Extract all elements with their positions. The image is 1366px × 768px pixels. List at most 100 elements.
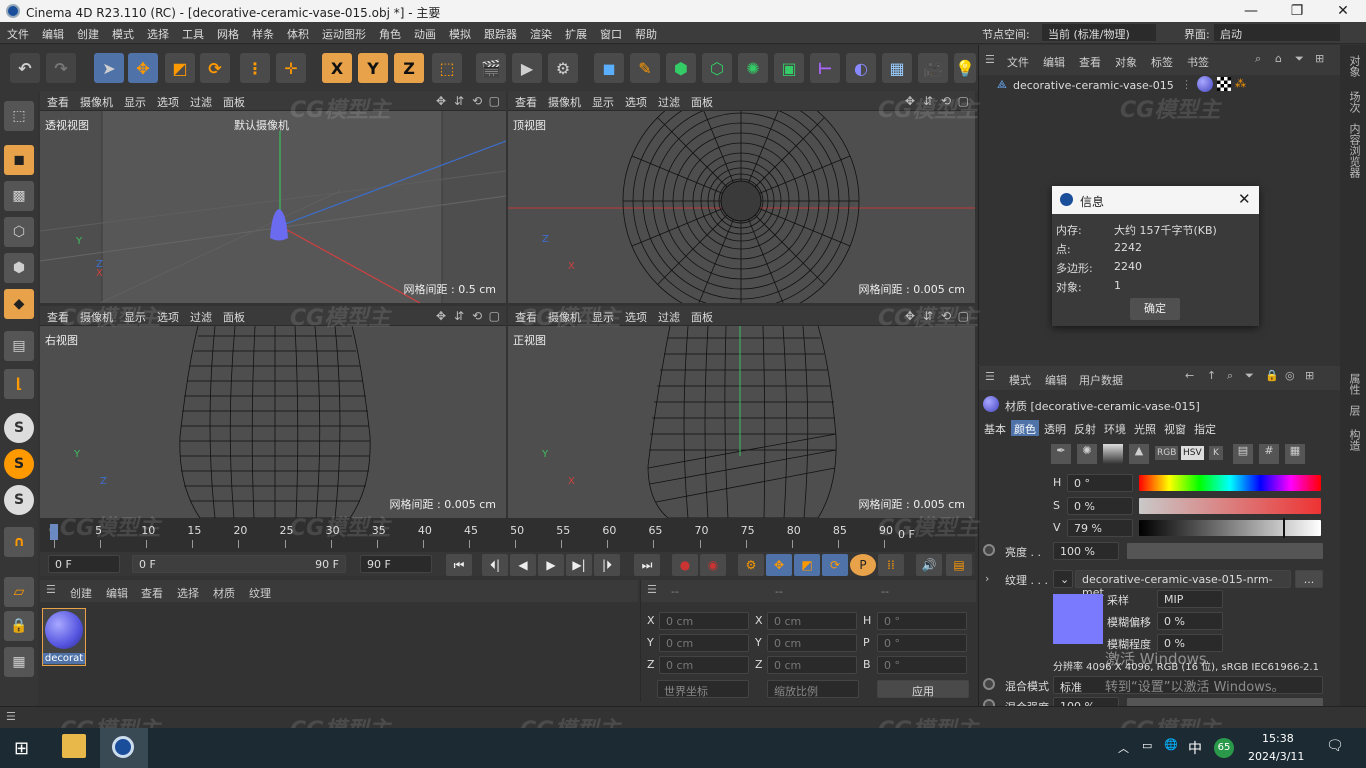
frame-range-slider[interactable]: 0 F 90 F	[132, 555, 346, 573]
s-input[interactable]: 0 %	[1067, 497, 1133, 515]
film-icon[interactable]: ▤	[946, 554, 972, 576]
menu-tracker[interactable]: 跟踪器	[477, 22, 523, 42]
vp-menu-camera[interactable]: 摄像机	[541, 91, 585, 110]
render-settings-icon[interactable]: ⚙	[548, 53, 578, 83]
rotate-icon[interactable]: ⟳	[200, 53, 230, 83]
cube-icon[interactable]: ◼	[594, 53, 624, 83]
rgb-mode-button[interactable]: RGB	[1155, 446, 1179, 460]
phong-tag-icon[interactable]: ⁂	[1235, 77, 1246, 90]
vp-menu-options[interactable]: 选项	[150, 91, 183, 110]
action-center-icon[interactable]: 🗨	[1326, 738, 1344, 754]
key-pla-icon[interactable]: ⁞⁞	[878, 554, 904, 576]
pan-icon[interactable]: ✥	[905, 94, 915, 108]
axis-mode-icon[interactable]: ⌊	[4, 369, 34, 399]
x-axis-lock-button[interactable]: X	[322, 53, 352, 83]
key-rotation-icon[interactable]: ⟳	[822, 554, 848, 576]
dialog-close-icon[interactable]: ✕	[1238, 190, 1251, 208]
dolly-icon[interactable]: ⇵	[923, 309, 933, 323]
menu-mode[interactable]: 模式	[105, 22, 140, 42]
hamburger-icon[interactable]: ☰	[46, 583, 56, 596]
attr-menu-edit[interactable]: 编辑	[1045, 372, 1067, 388]
cloner-icon[interactable]: ✺	[738, 53, 768, 83]
coord-value-field[interactable]: 0 cm	[659, 656, 749, 674]
rotate-view-icon[interactable]: ⟲	[472, 309, 482, 323]
top-viewport[interactable]: 查看 摄像机 显示 选项 过滤 面板 ✥ ⇵ ⟲ ▢ 顶视图 网格间距 : 0.005 c…	[508, 91, 975, 303]
clock-date[interactable]: 2024/3/11	[1248, 750, 1304, 763]
next-key-icon[interactable]: |⏵	[594, 554, 620, 576]
lock-icon[interactable]: 🔒	[1265, 369, 1279, 382]
texture-mode-icon[interactable]: ▩	[4, 181, 34, 211]
vp-menu-camera[interactable]: 摄像机	[73, 306, 117, 325]
mm-menu-select[interactable]: 选择	[177, 585, 199, 601]
maximize-view-icon[interactable]: ▢	[489, 309, 500, 323]
next-frame-icon[interactable]: ▶|	[566, 554, 592, 576]
eyedropper-icon[interactable]: ✒	[1051, 444, 1071, 464]
coord-value-field[interactable]: 0 °	[877, 656, 967, 674]
back-arrow-icon[interactable]: ←	[1185, 369, 1194, 382]
brightness-input[interactable]: 100 %	[1053, 542, 1119, 560]
tab-transparency[interactable]: 透明	[1041, 420, 1069, 436]
vp-menu-options[interactable]: 选项	[150, 306, 183, 325]
camera-icon[interactable]: 🎥	[918, 53, 948, 83]
vp-menu-filter[interactable]: 过滤	[651, 91, 684, 110]
vp-menu-options[interactable]: 选项	[618, 91, 651, 110]
close-button[interactable]: ✕	[1320, 0, 1366, 22]
hsv-mode-button[interactable]: HSV	[1181, 446, 1204, 460]
tab-illumination[interactable]: 光照	[1131, 420, 1159, 436]
texture-preview[interactable]	[1053, 594, 1103, 644]
side-tab-objects[interactable]: 对象	[1346, 55, 1362, 77]
point-mode-icon[interactable]: ⬡	[4, 217, 34, 247]
tray-chevron-icon[interactable]: ︿	[1118, 740, 1129, 756]
perspective-viewport[interactable]: 查看 摄像机 显示 选项 过滤 面板 ✥ ⇵ ⟲ ▢ 透视视图 默认摄像机 网格间距 : …	[40, 91, 506, 303]
pan-icon[interactable]: ✥	[905, 309, 915, 323]
dolly-icon[interactable]: ⇵	[454, 94, 464, 108]
cinema4d-task-button[interactable]	[100, 728, 148, 768]
coord-value-field[interactable]: 0 °	[877, 634, 967, 652]
attr-menu-mode[interactable]: 模式	[1009, 372, 1031, 388]
maximize-view-icon[interactable]: ▢	[489, 94, 500, 108]
menu-extensions[interactable]: 扩展	[558, 22, 593, 42]
mix-enable-toggle[interactable]	[983, 678, 995, 690]
vp-menu-display[interactable]: 显示	[117, 306, 150, 325]
pen-icon[interactable]: ✎	[630, 53, 660, 83]
mm-menu-create[interactable]: 创建	[70, 585, 92, 601]
menu-select[interactable]: 选择	[140, 22, 175, 42]
windows-start-icon[interactable]: ⊞	[14, 738, 29, 759]
rotate-view-icon[interactable]: ⟲	[941, 309, 951, 323]
om-menu-object[interactable]: 对象	[1115, 54, 1137, 70]
vp-menu-options[interactable]: 选项	[618, 306, 651, 325]
maximize-button[interactable]: ❐	[1274, 0, 1320, 22]
prev-frame-icon[interactable]: ◀	[510, 554, 536, 576]
vp-menu-display[interactable]: 显示	[117, 91, 150, 110]
menu-mograph[interactable]: 运动图形	[315, 22, 372, 42]
mm-menu-view[interactable]: 查看	[141, 585, 163, 601]
side-tab-takes[interactable]: 场次	[1346, 91, 1362, 113]
tab-color[interactable]: 颜色	[1011, 420, 1039, 436]
mm-menu-texture[interactable]: 纹理	[249, 585, 271, 601]
prev-key-icon[interactable]: ⏴|	[482, 554, 508, 576]
menu-render[interactable]: 渲染	[523, 22, 558, 42]
search-icon[interactable]: ⌕	[1255, 52, 1261, 66]
grid-snap-icon[interactable]: ▦	[4, 647, 34, 677]
floor-icon[interactable]: ▦	[882, 53, 912, 83]
swatches-icon[interactable]: ▦	[1285, 444, 1305, 464]
vp-menu-camera[interactable]: 摄像机	[541, 306, 585, 325]
target-icon[interactable]: ◎	[1285, 369, 1295, 382]
side-tab-content-browser[interactable]: 内容浏览器	[1346, 123, 1362, 178]
rotate-view-icon[interactable]: ⟲	[472, 94, 482, 108]
hamburger-icon[interactable]: ☰	[6, 710, 16, 723]
hamburger-icon[interactable]: ☰	[985, 370, 995, 383]
mixer-icon[interactable]: ▤	[1233, 444, 1253, 464]
hamburger-icon[interactable]: ☰	[985, 53, 995, 66]
select-arrow-icon[interactable]: ➤	[94, 53, 124, 83]
om-menu-bookmarks[interactable]: 书签	[1187, 54, 1209, 70]
menu-character[interactable]: 角色	[372, 22, 407, 42]
new-panel-icon[interactable]: ⊞	[1315, 52, 1324, 65]
maximize-view-icon[interactable]: ▢	[958, 309, 969, 323]
uvw-tag-icon[interactable]	[1217, 77, 1231, 91]
menu-create[interactable]: 创建	[70, 22, 105, 42]
menu-help[interactable]: 帮助	[628, 22, 663, 42]
world-coords-select[interactable]: 世界坐标	[657, 680, 749, 698]
dolly-icon[interactable]: ⇵	[923, 94, 933, 108]
menu-volume[interactable]: 体积	[280, 22, 315, 42]
